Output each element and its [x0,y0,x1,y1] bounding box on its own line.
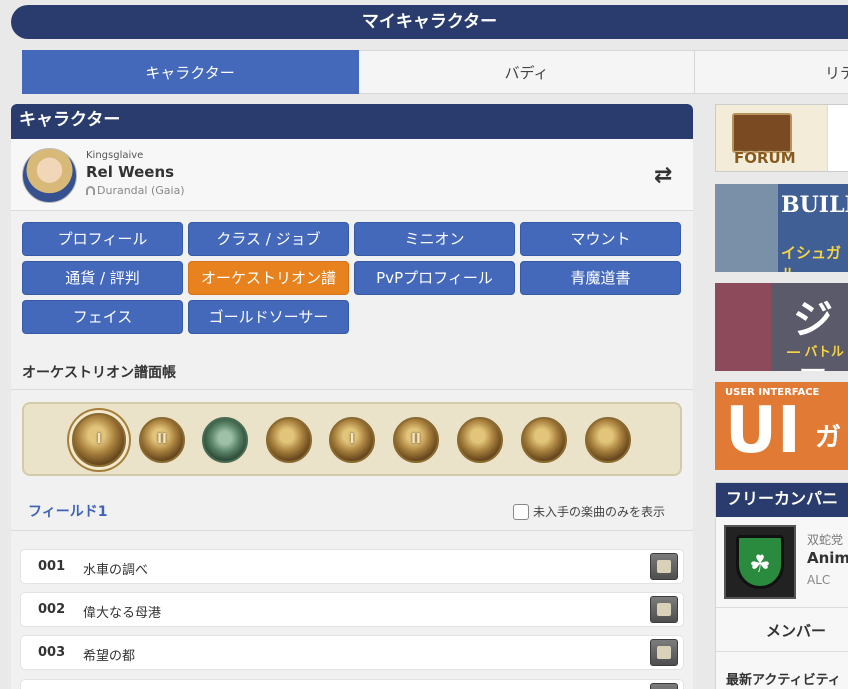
header-bar: マイキャラクター [11,5,848,39]
list-item[interactable]: 002 偉大なる母港 [20,592,684,627]
orchestrion-roll-icon [650,683,678,689]
menu-trust-button[interactable]: フェイス [22,300,183,334]
bird-icon[interactable] [457,417,503,463]
tab-buddy[interactable]: バディ [359,50,695,94]
filter-label: 未入手の楽曲のみを表示 [533,505,666,519]
menu-gold-saucer-button[interactable]: ゴールドソーサー [188,300,349,334]
menu-currency-button[interactable]: 通貨 / 評判 [22,261,183,295]
builder-title: BUILDE [781,192,848,218]
cave-icon[interactable] [202,417,248,463]
character-name[interactable]: Rel Weens [86,163,174,181]
drop-icon[interactable] [585,417,631,463]
orchestrion-roll-icon [650,639,678,666]
list-item[interactable]: 001 水車の調べ [20,549,684,584]
menu-blue-magic-button[interactable]: 青魔道書 [520,261,681,295]
menu-class-job-button[interactable]: クラス / ジョブ [188,222,349,256]
divider [11,530,693,531]
panel-title: キャラクター [11,104,693,139]
job-banner-subtitle: ― バトル [787,345,844,360]
section-title: オーケストリオン譜面帳 [22,365,176,381]
fc-title: フリーカンパニ [716,483,848,517]
crystal-ii-icon[interactable]: II [139,417,185,463]
fc-activity-title: 最新アクティビティ [726,673,841,688]
character-world: Durandal (Gaia) [86,184,185,197]
avatar[interactable] [22,148,77,203]
orchestrion-category-bar: I II I II [22,402,682,476]
fc-crest[interactable]: ☘ [724,525,796,599]
menu-minion-button[interactable]: ミニオン [354,222,515,256]
wings-icon[interactable] [266,417,312,463]
character-info: Kingsglaive Rel Weens Durandal (Gaia) ⇄ [11,139,693,211]
job-guide-banner[interactable]: ジョ ― バトル [715,283,848,371]
world-label: Durandal (Gaia) [97,184,185,197]
forum-banner[interactable]: FORUM [715,104,848,172]
ui-banner-sub: ガ [815,423,842,453]
song-name: 水車の調べ [83,563,149,578]
builder-banner[interactable]: BUILDE イシュガル [715,184,848,272]
ui-banner-big: UI [725,394,801,468]
shield-icon: ☘ [736,535,784,589]
tab-character[interactable]: キャラクター [22,50,359,94]
banner-edge [827,105,848,171]
fc-tag: ALC [807,573,831,587]
song-name: 希望の都 [83,649,136,664]
filter-toggle[interactable]: 未入手の楽曲のみを表示 [513,503,665,520]
forum-logo [732,113,792,153]
swap-arrows-icon[interactable]: ⇄ [654,163,672,188]
list-item[interactable]: 003 希望の都 [20,635,684,670]
forum-label: FORUM [734,149,796,167]
orchestrion-roll-icon [650,553,678,580]
divider [716,651,848,652]
fc-grand-company: 双蛇党 [807,533,844,547]
song-number: 002 [38,602,66,617]
tab-retainer[interactable]: リテ [695,50,848,94]
character-panel: キャラクター Kingsglaive Rel Weens Durandal (G… [11,104,693,689]
arch-i-icon[interactable]: I [329,417,375,463]
ui-guide-banner[interactable]: USER INTERFACE UI ガ [715,382,848,470]
builder-subtitle: イシュガル [781,244,842,272]
menu-pvp-button[interactable]: PvPプロフィール [354,261,515,295]
song-number: 001 [38,559,66,574]
bag-icon[interactable] [521,417,567,463]
menu-mount-button[interactable]: マウント [520,222,681,256]
free-company-card: フリーカンパニ ☘ 双蛇党 Anim ALC メンバー 最新アクティビティ [715,482,848,689]
arch-ii-icon[interactable]: II [393,417,439,463]
menu-orchestrion-button[interactable]: オーケストリオン譜 [188,261,349,295]
song-name: 偉大なる母港 [83,606,162,621]
crystal-i-icon[interactable]: I [72,413,126,467]
tab-bar: キャラクター バディ リテ [22,50,848,94]
orchestrion-roll-icon [650,596,678,623]
world-icon [86,186,95,195]
clover-icon: ☘ [749,550,771,578]
fc-name[interactable]: Anim [807,549,848,567]
list-item[interactable] [20,679,684,689]
filter-checkbox[interactable] [513,504,529,520]
field-title: フィールド1 [28,504,108,520]
menu-profile-button[interactable]: プロフィール [22,222,183,256]
song-number: 003 [38,645,66,660]
divider [11,389,693,390]
fc-members-link[interactable]: メンバー [766,620,826,641]
divider [716,607,848,608]
page-title: マイキャラクター [361,12,498,32]
character-job: Kingsglaive [86,150,144,161]
